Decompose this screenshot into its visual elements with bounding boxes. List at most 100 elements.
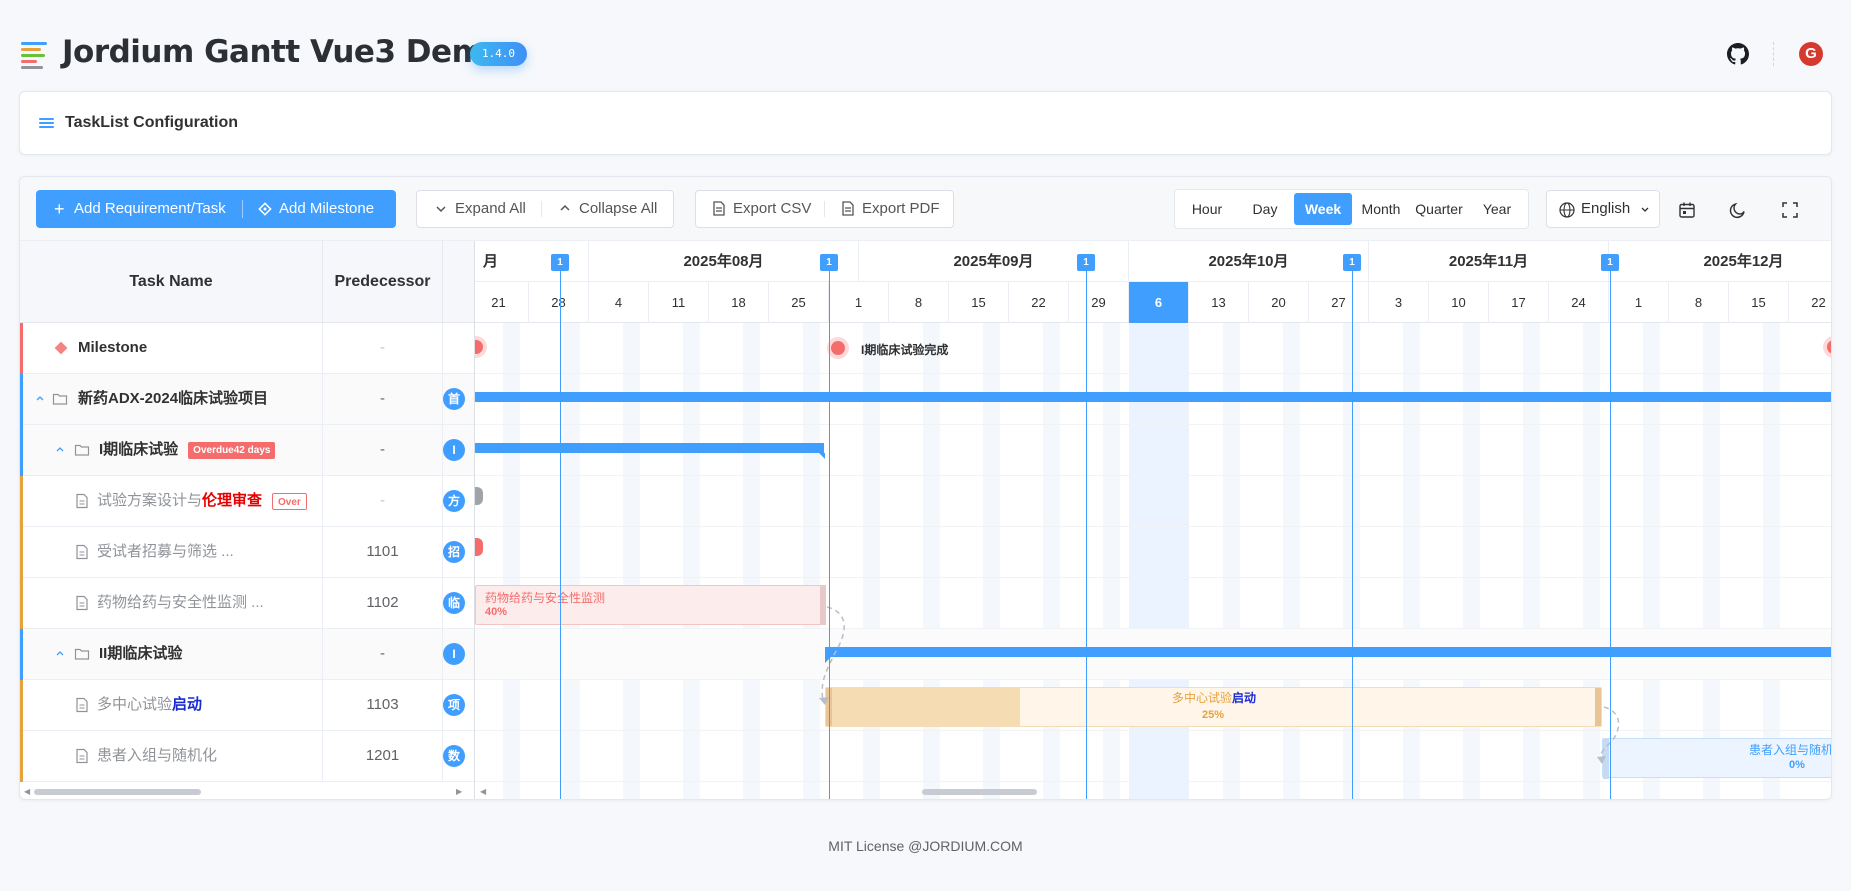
add-milestone-button[interactable]: Add Milestone [243, 190, 396, 228]
scale-day-button[interactable]: Day [1236, 193, 1294, 225]
table-row-phase2[interactable]: II期临床试验 - I [20, 629, 474, 680]
scale-year-button[interactable]: Year [1468, 193, 1526, 225]
scale-hour-button[interactable]: Hour [1178, 193, 1236, 225]
table-row-project[interactable]: 新药ADX-2024临床试验项目 - 首 [20, 374, 474, 425]
month-header: 2025年10月 [1129, 241, 1369, 282]
diamond-icon [258, 202, 272, 216]
add-buttons-group: + Add Requirement/Task Add Milestone [36, 190, 396, 228]
table-row-task[interactable]: 试验方案设计与伦理审查 Over - 方 [20, 476, 474, 527]
timeline-scroll-left-arrow[interactable]: ◀ [480, 787, 486, 796]
chevron-up-icon[interactable] [56, 446, 64, 452]
week-header: 1 [1609, 282, 1669, 323]
document-icon [842, 201, 854, 216]
avatar: 招 [443, 541, 465, 563]
milestone-diamond-icon [54, 341, 68, 355]
dependency-arrows [819, 606, 1620, 764]
week-header-today: 6 [1129, 282, 1189, 323]
folder-icon [74, 648, 90, 660]
task-name: 试验方案设计与 [97, 492, 203, 509]
month-header: 2025年11月 [1369, 241, 1609, 282]
export-pdf-button[interactable]: Export PDF [825, 191, 955, 227]
calendar-icon[interactable] [1678, 201, 1696, 219]
chevron-up-icon[interactable] [56, 650, 64, 656]
menu-icon [39, 118, 54, 129]
footer-license: MIT License @JORDIUM.COM [828, 838, 1023, 854]
milestone-flag[interactable]: 1 [1343, 254, 1361, 271]
collapse-all-button[interactable]: Collapse All [542, 191, 675, 227]
predecessor-cell: - [322, 476, 442, 526]
table-row-task[interactable]: 受试者招募与筛选 ... 1101 招 [20, 527, 474, 578]
folder-icon [52, 393, 68, 405]
task-name: Milestone [78, 339, 148, 356]
milestone-flag[interactable]: 1 [820, 254, 838, 271]
avatar: 数 [443, 745, 465, 767]
week-header: 3 [1369, 282, 1429, 323]
week-header: 11 [649, 282, 709, 323]
week-header: 20 [1249, 282, 1309, 323]
week-header: 28 [529, 282, 589, 323]
expand-all-button[interactable]: Expand All [417, 191, 540, 227]
document-icon [76, 748, 88, 764]
export-csv-button[interactable]: Export CSV [696, 191, 823, 227]
table-horizontal-scrollbar[interactable] [34, 789, 201, 795]
github-icon[interactable] [1727, 43, 1749, 65]
avatar: 临 [443, 592, 465, 614]
milestone-line [560, 259, 561, 799]
milestone-flag[interactable]: 1 [1077, 254, 1095, 271]
column-header-assignee[interactable] [442, 241, 474, 323]
chevron-up-icon[interactable] [36, 395, 44, 401]
add-task-button[interactable]: + Add Requirement/Task [36, 190, 242, 228]
column-header-task-name[interactable]: Task Name [20, 241, 322, 323]
fullscreen-icon[interactable] [1781, 201, 1799, 219]
logo-icon [21, 40, 49, 69]
milestone-line [829, 259, 830, 799]
time-scale-switcher: Hour Day Week Month Quarter Year [1174, 189, 1529, 229]
table-scroll-left-arrow[interactable]: ◀ [24, 787, 30, 796]
table-row-phase1[interactable]: I期临床试验 Overdue42 days - I [20, 425, 474, 476]
tasklist-config-panel[interactable]: TaskList Configuration [19, 91, 1832, 155]
plus-icon: + [54, 199, 65, 219]
milestone-flag[interactable]: 1 [551, 254, 569, 271]
week-header: 15 [1729, 282, 1789, 323]
task-name: 药物给药与安全性监测 ... [97, 594, 264, 611]
scale-month-button[interactable]: Month [1352, 193, 1410, 225]
predecessor-cell: - [322, 323, 442, 373]
table-row-task[interactable]: 药物给药与安全性监测 ... 1102 临 [20, 578, 474, 629]
task-name: 受试者招募与筛选 ... [97, 543, 234, 560]
avatar: 首 [443, 388, 465, 410]
week-header: 21 [475, 282, 529, 323]
table-scroll-right-arrow[interactable]: ▶ [456, 787, 462, 796]
week-header: 8 [889, 282, 949, 323]
week-header: 15 [949, 282, 1009, 323]
chevron-up-icon [560, 204, 570, 211]
scale-quarter-button[interactable]: Quarter [1410, 193, 1468, 225]
scale-week-button[interactable]: Week [1294, 193, 1352, 225]
version-badge: 1.4.0 [470, 42, 527, 66]
milestone-flag[interactable]: 1 [1601, 254, 1619, 271]
week-header: 4 [589, 282, 649, 323]
task-name: 多中心试验 [97, 696, 173, 713]
table-row-task[interactable]: 患者入组与随机化 1201 数 [20, 731, 474, 782]
task-name: II期临床试验 [99, 645, 183, 662]
table-row-milestone[interactable]: Milestone - [20, 323, 474, 374]
expand-collapse-group: Expand All Collapse All [416, 190, 674, 228]
table-row-task[interactable]: 多中心试验启动 1103 项 [20, 680, 474, 731]
moon-icon[interactable] [1729, 201, 1747, 219]
gantt-card: + Add Requirement/Task Add Milestone Exp… [19, 176, 1832, 800]
document-icon [76, 697, 88, 713]
chevron-down-icon [436, 206, 446, 213]
timeline-horizontal-scrollbar[interactable] [922, 789, 1037, 795]
milestone-line [1086, 259, 1087, 799]
milestone-line [1610, 259, 1611, 799]
gantt-timeline: 月 2025年08月 2025年09月 2025年10月 2025年11月 20… [475, 241, 1831, 799]
predecessor-cell: - [322, 425, 442, 475]
gitee-icon[interactable]: G [1799, 42, 1823, 66]
predecessor-cell: 1102 [322, 578, 442, 628]
page-title: Jordium Gantt Vue3 Demo [62, 34, 505, 70]
predecessor-cell: 1201 [322, 731, 442, 781]
app-header: Jordium Gantt Vue3 Demo 1.4.0 G [0, 0, 1851, 92]
column-header-predecessor[interactable]: Predecessor [322, 241, 442, 323]
predecessor-cell: - [322, 629, 442, 679]
language-select[interactable]: English [1546, 190, 1660, 228]
chevron-down-icon [1641, 207, 1649, 212]
